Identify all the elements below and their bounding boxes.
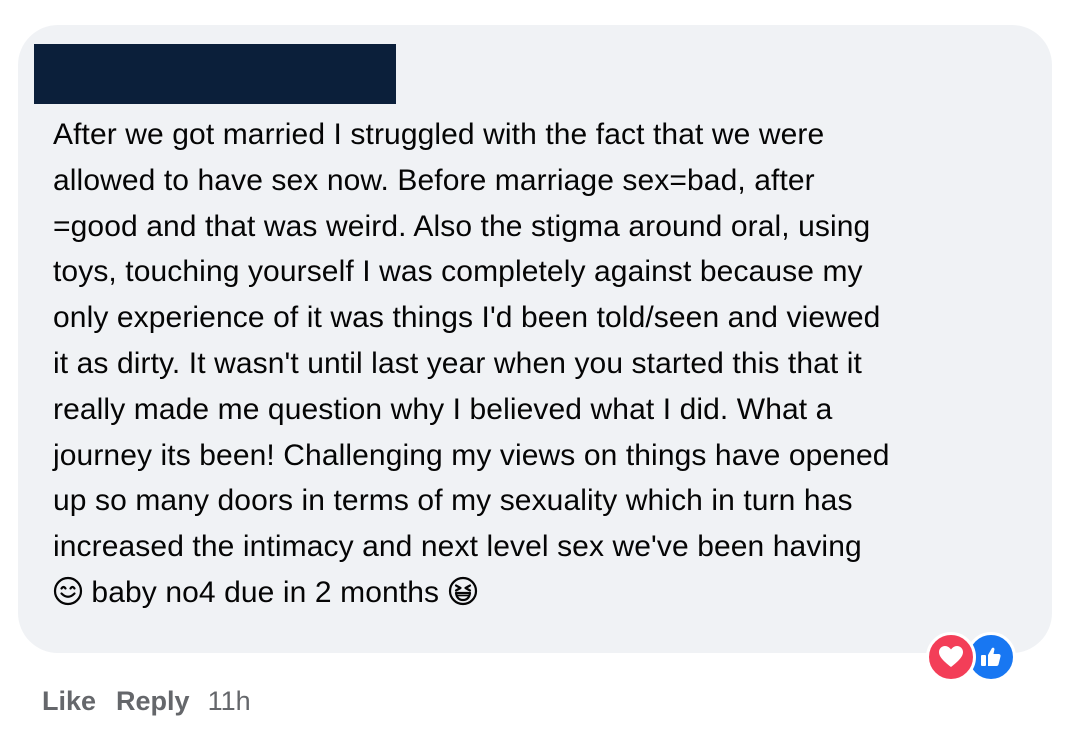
like-button[interactable]: Like [42,686,96,717]
reply-button[interactable]: Reply [116,686,190,717]
comment-line: up so many doors in terms of my sexualit… [53,484,853,518]
love-reaction-icon [926,632,976,682]
reaction-summary[interactable] [926,632,1018,682]
comment-timestamp[interactable]: 11h [208,686,251,717]
comment-line: it as dirty. It wasn't until last year w… [53,346,862,380]
comment-last-line-text: baby no4 due in 2 months [83,575,448,609]
comment-actions: Like Reply 11h [42,684,251,718]
comment-line: =good and that was weird. Also the stigm… [53,209,871,243]
comment-line: journey its been! Challenging my views o… [53,438,890,472]
comment-line: After we got married I struggled with th… [53,118,825,151]
comment-line: only experience of it was things I'd bee… [53,301,881,335]
comment-line: really made me question why I believed w… [53,392,833,426]
comment-line: increased the intimacy and next level se… [53,530,862,564]
comment-line: toys, touching yourself I was completely… [53,255,863,289]
smiling-face-icon [53,574,83,606]
grinning-squinting-face-icon [448,574,478,606]
comment-body: After we got married I struggled with th… [53,112,1028,616]
comment-last-line: baby no4 due in 2 months [53,570,1028,616]
redacted-author-name [34,44,396,104]
comment-line: allowed to have sex now. Before marriage… [53,163,815,197]
